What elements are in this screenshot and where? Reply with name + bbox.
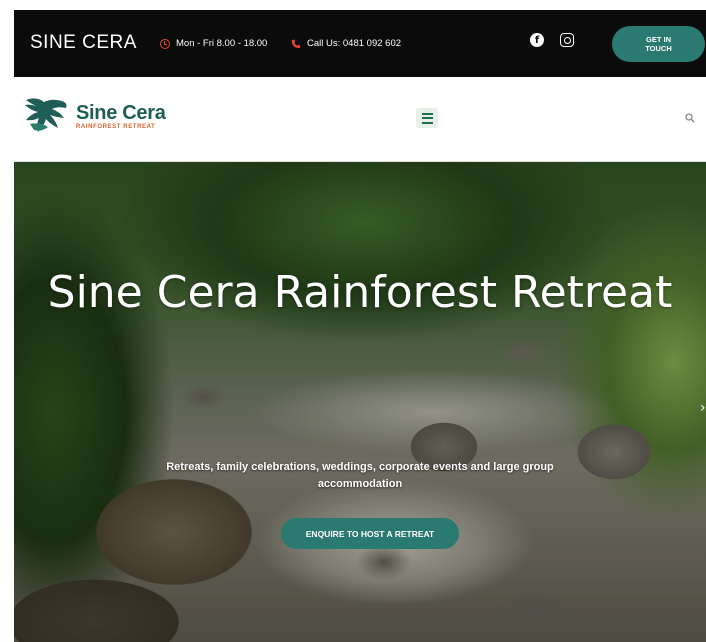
page-frame: SINE CERA Mon - Fri 8.00 - 18.00 Call Us… (14, 10, 706, 642)
main-navigation: Sine Cera RAINFOREST RETREAT (14, 77, 706, 162)
phone-icon (291, 39, 301, 48)
search-icon[interactable] (685, 113, 695, 123)
top-bar: SINE CERA Mon - Fri 8.00 - 18.00 Call Us… (14, 10, 706, 77)
phone-text: Call Us: 0481 092 602 (307, 38, 402, 49)
opening-hours: Mon - Fri 8.00 - 18.00 (160, 38, 267, 49)
facebook-icon[interactable]: f (530, 33, 544, 47)
hero-background-image (14, 162, 706, 642)
menu-bar (421, 112, 433, 115)
hero-title: Sine Cera Rainforest Retreat (47, 267, 673, 318)
enquire-button[interactable]: ENQUIRE TO HOST A RETREAT (281, 518, 459, 549)
site-logo[interactable]: Sine Cera RAINFOREST RETREAT (22, 94, 166, 138)
get-in-touch-label: GET IN TOUCH (645, 35, 672, 53)
logo-leaf-icon (25, 98, 67, 132)
logo-name: Sine Cera (76, 102, 166, 124)
get-in-touch-button[interactable]: GET IN TOUCH (612, 26, 705, 62)
menu-bar (421, 117, 433, 119)
phone-contact[interactable]: Call Us: 0481 092 602 (291, 38, 401, 49)
top-bar-site-name[interactable]: SINE CERA (30, 32, 137, 54)
hero-section: Sine Cera Rainforest Retreat Retreats, f… (14, 162, 706, 642)
logo-text: Sine Cera RAINFOREST RETREAT (76, 102, 166, 130)
opening-hours-text: Mon - Fri 8.00 - 18.00 (176, 38, 268, 49)
hamburger-menu-icon[interactable] (416, 108, 438, 128)
logo-tagline: RAINFOREST RETREAT (76, 124, 156, 130)
enquire-button-label: ENQUIRE TO HOST A RETREAT (305, 528, 435, 539)
chevron-right-icon[interactable]: › (700, 400, 706, 416)
clock-icon (160, 38, 170, 49)
hero-subtitle: Retreats, family celebrations, weddings,… (166, 461, 554, 490)
menu-bar (421, 121, 433, 124)
instagram-icon[interactable] (560, 33, 574, 47)
